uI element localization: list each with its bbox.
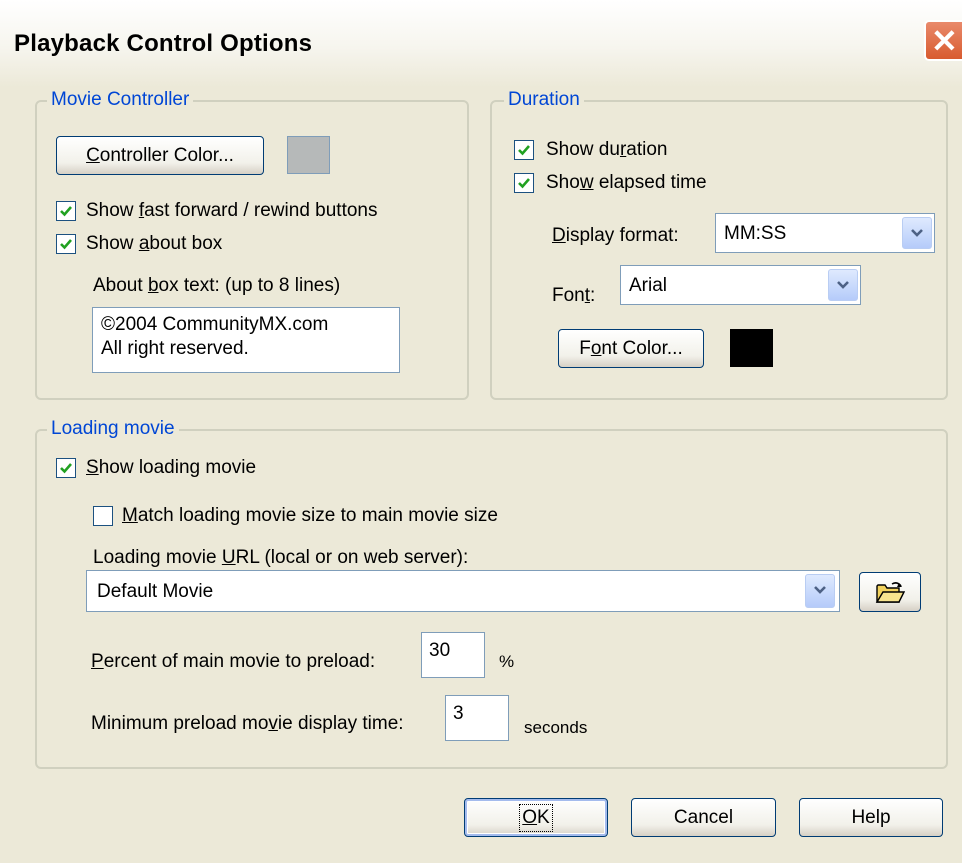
loading-url-combobox[interactable]: Default Movie [86,570,840,612]
loading-movie-legend: Loading movie [47,418,179,440]
duration-legend: Duration [504,89,584,111]
check-icon [60,239,72,250]
show-loading-movie-label[interactable]: Show loading movie [86,457,256,479]
controller-color-swatch[interactable] [287,136,330,174]
font-label: Font: [552,285,596,306]
show-ff-rewind-checkbox[interactable] [56,201,76,221]
font-value: Arial [629,275,668,296]
chevron-down-icon [911,229,923,237]
chevron-down-icon [837,281,849,289]
show-loading-movie-checkbox[interactable] [56,458,76,478]
check-icon [60,206,72,217]
loading-url-value: Default Movie [97,581,214,602]
open-folder-icon [875,582,905,603]
display-format-value: MM:SS [724,223,787,244]
loading-url-dropdown-button[interactable] [805,574,835,608]
font-dropdown-button[interactable] [828,269,858,301]
font-color-button[interactable]: Font Color... [558,329,704,368]
check-icon [518,145,530,156]
browse-button[interactable] [859,572,921,612]
close-button[interactable]: ✕ [924,20,962,61]
cancel-button[interactable]: Cancel [631,798,776,837]
font-color-swatch[interactable] [730,329,773,367]
percent-input[interactable]: 30 [421,632,485,678]
display-format-select[interactable]: MM:SS [715,213,935,253]
about-box-textarea[interactable]: ©2004 CommunityMX.com All right reserved… [92,307,400,373]
show-about-box-checkbox[interactable] [56,234,76,254]
close-icon: ✕ [931,23,958,59]
min-display-input[interactable]: 3 [445,695,509,741]
percent-value: 30 [429,640,451,661]
show-ff-rewind-label[interactable]: Show fast forward / rewind buttons [86,200,377,222]
check-icon [518,178,530,189]
about-box-line: All right reserved. [101,338,249,359]
min-display-unit: seconds [524,718,588,737]
show-about-box-label[interactable]: Show about box [86,233,222,255]
min-display-value: 3 [453,703,464,724]
movie-controller-legend: Movie Controller [47,89,194,111]
show-duration-checkbox[interactable] [514,140,534,160]
percent-unit: % [499,652,515,671]
about-box-text-label: About box text: (up to 8 lines) [93,275,341,296]
show-elapsed-checkbox[interactable] [514,173,534,193]
chevron-down-icon [814,586,826,594]
match-size-label[interactable]: Match loading movie size to main movie s… [122,505,498,527]
show-elapsed-label[interactable]: Show elapsed time [546,172,707,194]
ok-button[interactable]: OK [464,798,608,837]
display-format-label: Display format: [552,225,679,246]
font-select[interactable]: Arial [620,265,861,305]
window-title: Playback Control Options [14,30,313,57]
controller-color-button[interactable]: Controller Color... [56,136,264,175]
help-button[interactable]: Help [799,798,943,837]
min-display-label: Minimum preload movie display time: [91,713,404,734]
percent-label: Percent of main movie to preload: [91,651,376,672]
display-format-dropdown-button[interactable] [902,217,932,249]
show-duration-label[interactable]: Show duration [546,139,667,161]
about-box-line: ©2004 CommunityMX.com [101,314,329,335]
loading-url-label: Loading movie URL (local or on web serve… [93,547,469,568]
check-icon [60,463,72,474]
match-size-checkbox[interactable] [93,506,113,526]
